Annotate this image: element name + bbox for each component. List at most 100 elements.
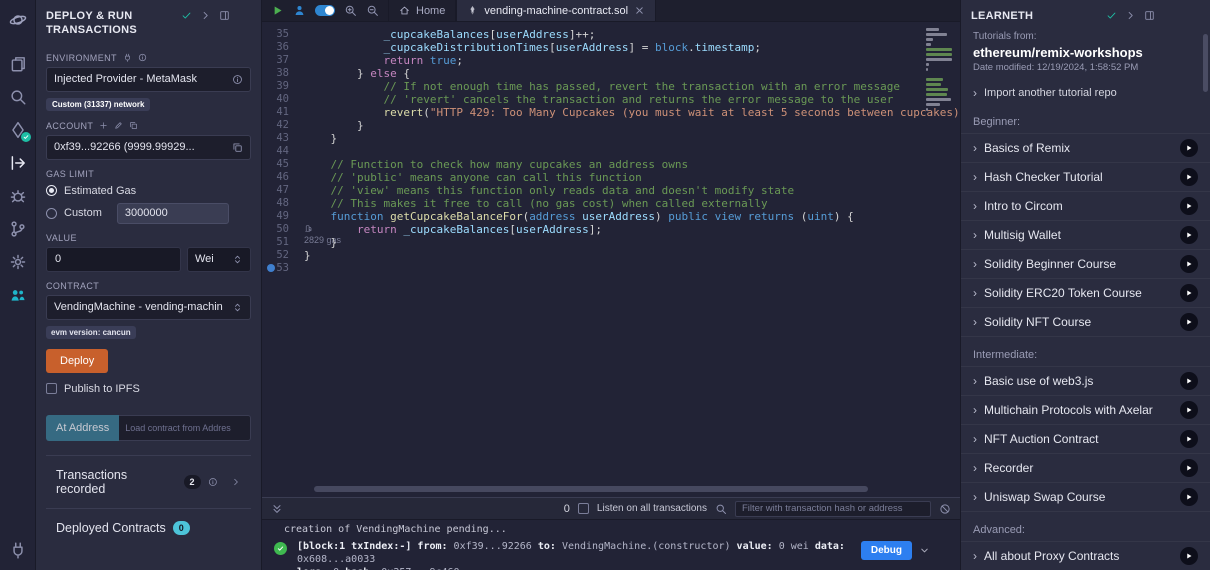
editor-horizontal-scrollbar[interactable]	[314, 486, 868, 492]
learneth-scrollbar[interactable]	[1203, 34, 1208, 92]
deploy-run-icon[interactable]	[6, 151, 30, 175]
info-icon[interactable]	[138, 53, 147, 62]
code-line[interactable]: 36 _cupcakeDistributionTimes[userAddress…	[262, 41, 920, 54]
tutorial-item[interactable]: ›Basic use of web3.js	[961, 367, 1210, 396]
listen-all-checkbox[interactable]	[578, 503, 589, 514]
estimated-gas-option[interactable]: Estimated Gas	[46, 185, 251, 197]
code-line[interactable]: 45 // Function to check how many cupcake…	[262, 158, 920, 171]
play-tutorial-button[interactable]	[1180, 139, 1198, 157]
settings-icon[interactable]	[6, 538, 30, 562]
debugger-icon[interactable]	[6, 184, 30, 208]
run-script-icon[interactable]	[271, 4, 284, 17]
terminal-filter-input[interactable]	[735, 501, 931, 517]
clear-console-icon[interactable]	[939, 503, 951, 515]
chevron-right-icon[interactable]	[200, 10, 211, 21]
assistant-icon[interactable]	[293, 4, 306, 17]
play-tutorial-button[interactable]	[1180, 372, 1198, 390]
tutorial-item[interactable]: ›Solidity ERC20 Token Course	[961, 279, 1210, 308]
play-tutorial-button[interactable]	[1180, 459, 1198, 477]
tutorial-item[interactable]: ›Hash Checker Tutorial	[961, 163, 1210, 192]
zoom-in-icon[interactable]	[344, 4, 357, 17]
tutorial-item[interactable]: ›NFT Auction Contract	[961, 425, 1210, 454]
tutorial-item[interactable]: ›Multisig Wallet	[961, 221, 1210, 250]
tutorial-item[interactable]: ›Uniswap Swap Course	[961, 483, 1210, 512]
play-tutorial-button[interactable]	[1180, 547, 1198, 565]
code-editor[interactable]: 35 _cupcakeBalances[userAddress]++;36 _c…	[262, 22, 960, 497]
plugin-manager-icon[interactable]	[6, 250, 30, 274]
code-line[interactable]: 38 } else {	[262, 67, 920, 80]
play-tutorial-button[interactable]	[1180, 255, 1198, 273]
play-tutorial-button[interactable]	[1180, 430, 1198, 448]
tutorial-item[interactable]: ›Basics of Remix	[961, 134, 1210, 163]
code-line[interactable]: 47 // 'view' means this function only re…	[262, 184, 920, 197]
debug-button[interactable]: Debug	[861, 541, 912, 560]
plug-icon[interactable]	[123, 53, 132, 62]
value-input[interactable]	[46, 247, 181, 272]
code-line[interactable]: 35 _cupcakeBalances[userAddress]++;	[262, 28, 920, 41]
at-address-button[interactable]: At Address	[46, 415, 119, 441]
contract-select[interactable]: VendingMachine - vending-machin	[46, 295, 251, 320]
chevron-right-icon[interactable]	[1125, 10, 1136, 21]
publish-ipfs-option[interactable]: Publish to IPFS	[46, 383, 251, 395]
code-line[interactable]: 53	[262, 262, 920, 275]
code-line[interactable]: 52}	[262, 249, 920, 262]
custom-gas-radio[interactable]	[46, 208, 57, 219]
code-line[interactable]: 43 }	[262, 132, 920, 145]
edit-icon[interactable]	[114, 121, 123, 130]
code-line[interactable]: 46 // 'public' means anyone can call thi…	[262, 171, 920, 184]
code-line[interactable]: 39 // If not enough time has passed, rev…	[262, 80, 920, 93]
add-account-icon[interactable]	[99, 121, 108, 130]
code-line[interactable]: 37 return true;	[262, 54, 920, 67]
code-line[interactable]: 50 return _cupcakeBalances[userAddress];	[262, 223, 920, 236]
terminal-tx-entry[interactable]: [block:1 txIndex:-] from: 0xf39...92266 …	[262, 537, 960, 570]
info-icon[interactable]	[232, 74, 243, 85]
tutorial-item[interactable]: ›Intro to Circom	[961, 192, 1210, 221]
search-icon[interactable]	[6, 85, 30, 109]
play-tutorial-button[interactable]	[1180, 313, 1198, 331]
code-line[interactable]: 41 revert("HTTP 429: Too Many Cupcakes (…	[262, 106, 920, 119]
info-icon[interactable]	[208, 477, 218, 487]
value-unit-select[interactable]: Wei	[187, 247, 251, 272]
deployed-contracts-row[interactable]: Deployed Contracts 0	[46, 508, 251, 547]
tutorial-item[interactable]: ›All about Proxy Contracts	[961, 542, 1210, 570]
import-tutorial-repo-link[interactable]: › Import another tutorial repo	[961, 73, 1210, 104]
learneth-plugin-icon[interactable]	[6, 283, 30, 307]
solidity-compiler-icon[interactable]	[6, 118, 30, 142]
play-tutorial-button[interactable]	[1180, 197, 1198, 215]
code-line[interactable]: 42 }	[262, 119, 920, 132]
play-tutorial-button[interactable]	[1180, 401, 1198, 419]
copy-icon[interactable]	[129, 121, 138, 130]
tutorial-item[interactable]: ›Solidity Beginner Course	[961, 250, 1210, 279]
tutorial-item[interactable]: ›Recorder	[961, 454, 1210, 483]
estimated-gas-radio[interactable]	[46, 185, 57, 196]
deploy-button[interactable]: Deploy	[46, 349, 108, 373]
custom-gas-option[interactable]: Custom	[46, 203, 251, 224]
play-tutorial-button[interactable]	[1180, 168, 1198, 186]
toggle-switch[interactable]	[315, 5, 335, 16]
pin-panel-icon[interactable]	[1144, 10, 1155, 21]
minimap[interactable]	[926, 27, 956, 122]
publish-ipfs-checkbox[interactable]	[46, 383, 57, 394]
close-tab-icon[interactable]	[634, 5, 645, 16]
copy-icon[interactable]	[232, 142, 243, 153]
terminal-search-icon[interactable]	[715, 503, 727, 515]
tab-file[interactable]: vending-machine-contract.sol	[456, 0, 656, 21]
tutorial-item[interactable]: ›Multichain Protocols with Axelar	[961, 396, 1210, 425]
custom-gas-input[interactable]	[117, 203, 229, 224]
play-tutorial-button[interactable]	[1180, 226, 1198, 244]
source-control-icon[interactable]	[6, 217, 30, 241]
expand-tx-icon[interactable]	[919, 545, 930, 556]
tab-home[interactable]: Home	[388, 0, 456, 21]
breakpoint-dot[interactable]	[267, 264, 275, 272]
code-line[interactable]: 44	[262, 145, 920, 158]
at-address-input[interactable]	[119, 415, 251, 441]
account-select[interactable]: 0xf39...92266 (9999.99929...	[46, 135, 251, 160]
pin-panel-icon[interactable]	[219, 10, 230, 21]
play-tutorial-button[interactable]	[1180, 284, 1198, 302]
file-explorer-icon[interactable]	[6, 52, 30, 76]
play-tutorial-button[interactable]	[1180, 488, 1198, 506]
tutorial-item[interactable]: ›Solidity NFT Course	[961, 308, 1210, 337]
transactions-recorded-row[interactable]: Transactions recorded 2	[46, 455, 251, 508]
terminal-collapse-icon[interactable]	[271, 503, 283, 515]
environment-select[interactable]: Injected Provider - MetaMask	[46, 67, 251, 92]
